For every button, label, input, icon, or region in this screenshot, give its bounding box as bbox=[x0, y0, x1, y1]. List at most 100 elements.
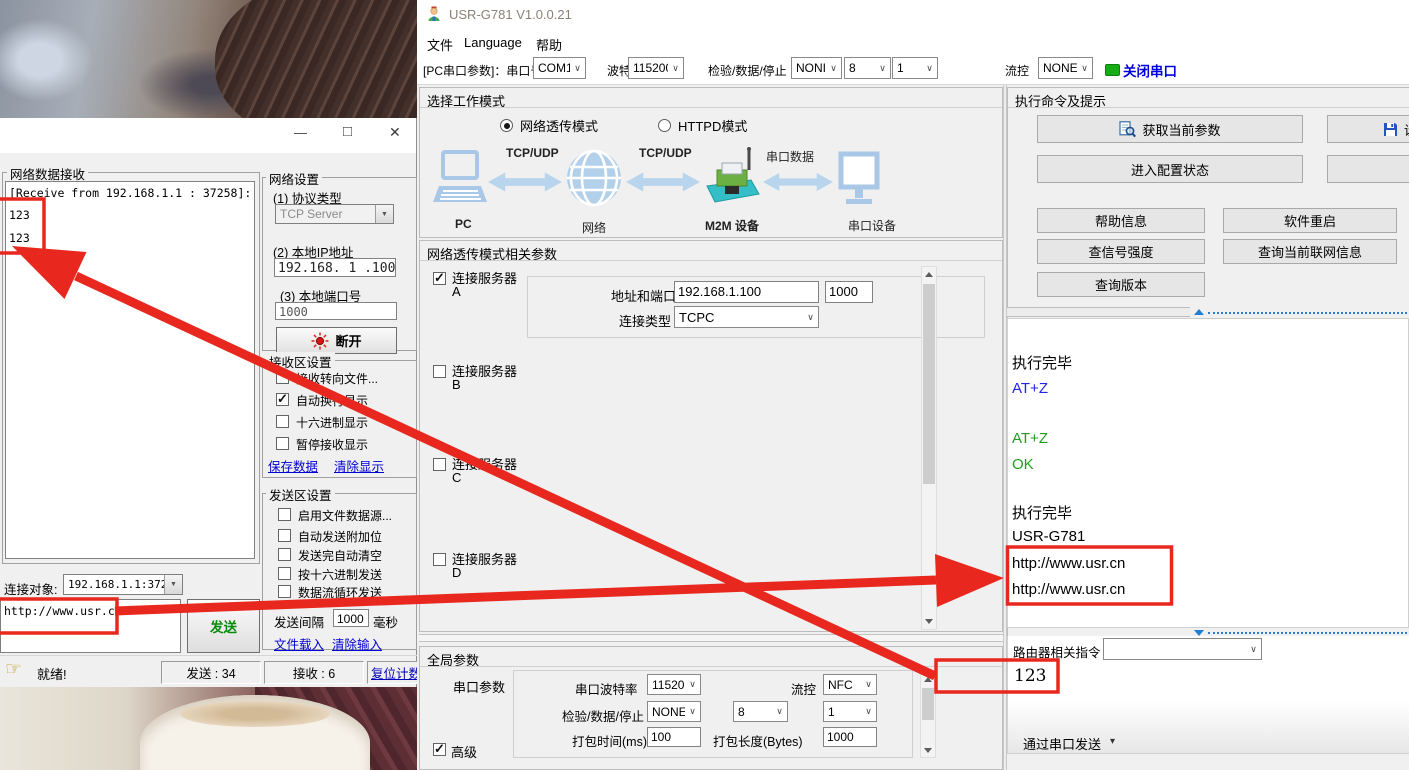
checkbox-recv-to-file[interactable] bbox=[276, 371, 289, 384]
net-passthrough-label: 网络透传模式 bbox=[520, 116, 598, 135]
disconnect-button[interactable]: 断开 bbox=[276, 327, 397, 354]
parity-select[interactable]: NONI∨ bbox=[791, 57, 842, 79]
connection-target-select[interactable]: 192.168.1.1:37258 ▼ bbox=[63, 574, 183, 595]
scrollbar-thumb[interactable] bbox=[922, 688, 934, 720]
send-input[interactable]: http://www.usr.cn bbox=[0, 599, 181, 653]
log-line: OK bbox=[1012, 456, 1034, 473]
menu-language[interactable]: Language bbox=[464, 35, 522, 50]
cut-off-button[interactable] bbox=[1327, 155, 1409, 183]
com-port-select[interactable]: COM10∨ bbox=[533, 57, 586, 79]
send-via-serial-button[interactable]: 通过串口发送 bbox=[1023, 734, 1101, 753]
server-a-address-field[interactable]: 192.168.1.100 bbox=[674, 281, 819, 303]
dropdown-caret-icon[interactable]: ▾ bbox=[1110, 736, 1115, 747]
router-cmd-select[interactable]: ∨ bbox=[1103, 638, 1262, 660]
ready-status: 就绪! bbox=[37, 664, 67, 683]
protocol-value: TCP Server bbox=[276, 207, 375, 221]
hex-display-label: 十六进制显示 bbox=[296, 414, 368, 431]
scroll-down-arrow[interactable] bbox=[925, 619, 933, 624]
checkbox-loop-send[interactable] bbox=[278, 585, 291, 598]
menu-help[interactable]: 帮助 bbox=[536, 35, 562, 54]
g-parity-select[interactable]: NONE∨ bbox=[647, 701, 701, 722]
checkbox-hex-send[interactable] bbox=[278, 567, 291, 580]
checkbox-hex-display[interactable] bbox=[276, 415, 289, 428]
server-a-suffix: A bbox=[452, 284, 461, 299]
help-info-button[interactable]: 帮助信息 bbox=[1037, 208, 1205, 233]
radio-httpd[interactable] bbox=[658, 119, 671, 132]
signal-strength-button[interactable]: 查信号强度 bbox=[1037, 239, 1205, 264]
chevron-down-icon: ∨ bbox=[861, 706, 876, 717]
g-baud-select[interactable]: 115200∨ bbox=[647, 674, 701, 695]
save-data-link[interactable]: 保存数据 bbox=[268, 456, 318, 475]
query-version-button[interactable]: 查询版本 bbox=[1037, 272, 1205, 297]
monitor-icon bbox=[838, 151, 880, 214]
packtime-field[interactable]: 100 bbox=[647, 727, 701, 747]
software-restart-button[interactable]: 软件重启 bbox=[1223, 208, 1397, 233]
clear-display-link[interactable]: 清除显示 bbox=[334, 456, 384, 475]
minimize-button[interactable]: — bbox=[294, 125, 307, 140]
servers-scrollbar[interactable] bbox=[921, 266, 937, 630]
checkbox-auto-append[interactable] bbox=[278, 529, 291, 542]
checkbox-server-c[interactable] bbox=[433, 458, 446, 471]
get-params-button[interactable]: 获取当前参数 bbox=[1037, 115, 1303, 143]
checkbox-server-d[interactable] bbox=[433, 553, 446, 566]
serial-status-icon bbox=[1105, 64, 1120, 76]
conn-type-select[interactable]: TCPC∨ bbox=[674, 306, 819, 328]
g-flow-select[interactable]: NFC∨ bbox=[823, 674, 877, 695]
checkbox-server-a[interactable] bbox=[433, 272, 446, 285]
clear-after-send-label: 发送完自动清空 bbox=[298, 547, 382, 564]
close-button[interactable]: ✕ bbox=[389, 124, 401, 141]
expander-down-icon[interactable] bbox=[1194, 630, 1204, 636]
server-a-port-field[interactable]: 1000 bbox=[825, 281, 873, 303]
g-stopbits-select[interactable]: 1∨ bbox=[823, 701, 877, 722]
double-arrow-icon bbox=[763, 170, 833, 199]
scrollbar-thumb[interactable] bbox=[923, 284, 935, 484]
horizontal-splitter[interactable] bbox=[419, 634, 1003, 642]
databits-select[interactable]: 8∨ bbox=[844, 57, 891, 79]
checkbox-file-source[interactable] bbox=[278, 508, 291, 521]
packlen-field[interactable]: 1000 bbox=[823, 727, 877, 747]
send-interval-field[interactable]: 1000 bbox=[333, 609, 369, 627]
divider bbox=[1008, 107, 1409, 108]
radio-net-passthrough[interactable] bbox=[500, 119, 513, 132]
receive-line-1: [Receive from 192.168.1.1 : 37258]: bbox=[9, 186, 251, 200]
checkbox-auto-wrap[interactable] bbox=[276, 393, 289, 406]
reset-count-link[interactable]: 复位计数 bbox=[371, 663, 421, 682]
pause-recv-label: 暂停接收显示 bbox=[296, 436, 368, 453]
local-ip-field[interactable]: 192.168. 1 .100 bbox=[274, 258, 396, 277]
hand-pointer-icon: ☞ bbox=[5, 658, 22, 681]
scroll-down-arrow[interactable] bbox=[924, 748, 932, 753]
query-version-label: 查询版本 bbox=[1095, 275, 1147, 294]
global-scrollbar[interactable] bbox=[920, 672, 936, 758]
checkbox-pause-recv[interactable] bbox=[276, 437, 289, 450]
enter-config-button[interactable]: 进入配置状态 bbox=[1037, 155, 1303, 183]
receive-text-area[interactable]: [Receive from 192.168.1.1 : 37258]: 123 … bbox=[5, 181, 255, 559]
g-databits-select[interactable]: 8∨ bbox=[733, 701, 788, 722]
conn-type-value: TCPC bbox=[675, 310, 803, 325]
g-flow-label: 流控 bbox=[791, 679, 816, 698]
file-load-link[interactable]: 文件载入 bbox=[274, 634, 324, 653]
log-line: 执行完毕 bbox=[1012, 502, 1072, 523]
maximize-button[interactable]: □ bbox=[343, 123, 352, 140]
close-serial-button[interactable]: 关闭串口 bbox=[1123, 60, 1177, 80]
protocol-select[interactable]: TCP Server ▼ bbox=[275, 204, 394, 224]
save-params-button[interactable]: 设 bbox=[1327, 115, 1409, 143]
scroll-up-arrow[interactable] bbox=[924, 677, 932, 682]
send-button[interactable]: 发送 bbox=[187, 599, 260, 653]
baud-select[interactable]: 115200∨ bbox=[628, 57, 684, 79]
local-port-field[interactable]: 1000 bbox=[275, 302, 397, 320]
flow-select[interactable]: NONE∨ bbox=[1038, 57, 1093, 79]
stopbits-select[interactable]: 1∨ bbox=[892, 57, 938, 79]
checkbox-advanced[interactable] bbox=[433, 743, 446, 756]
scroll-up-arrow[interactable] bbox=[925, 272, 933, 277]
clipped-log-line: AT+Z bbox=[1013, 319, 1050, 324]
clear-input-link[interactable]: 清除输入 bbox=[332, 634, 382, 653]
photo-window-light bbox=[0, 10, 130, 118]
log-top-splitter[interactable] bbox=[1007, 307, 1190, 317]
menu-file[interactable]: 文件 bbox=[427, 35, 453, 54]
net-info-button[interactable]: 查询当前联网信息 bbox=[1223, 239, 1397, 264]
chevron-down-icon: ∨ bbox=[685, 706, 700, 717]
checkbox-clear-after-send[interactable] bbox=[278, 548, 291, 561]
checkbox-server-b[interactable] bbox=[433, 365, 446, 378]
help-info-label: 帮助信息 bbox=[1095, 211, 1147, 230]
expander-up-icon[interactable] bbox=[1194, 309, 1204, 315]
